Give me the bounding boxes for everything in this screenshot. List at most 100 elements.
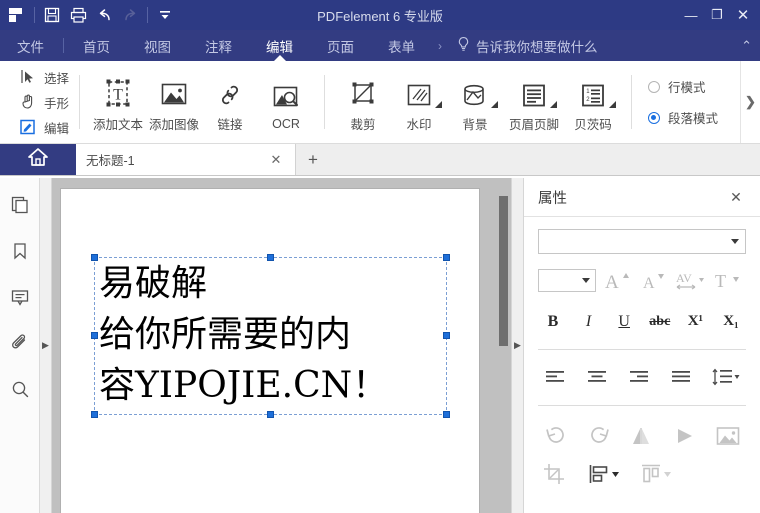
resize-handle-nw[interactable] — [91, 254, 98, 261]
menu-item-edit[interactable]: 编辑 — [249, 30, 310, 61]
flip-horizontal-button[interactable] — [667, 422, 703, 450]
align-right-button[interactable] — [622, 364, 655, 390]
scrollbar-thumb[interactable] — [499, 196, 508, 346]
align-center-button[interactable] — [580, 364, 613, 390]
left-panel-expander[interactable]: ▶ — [40, 178, 52, 513]
ribbon-more-chevron-icon[interactable]: ❯ — [740, 61, 760, 143]
watermark-button[interactable]: 水印 — [391, 71, 447, 133]
line-mode-radio[interactable]: 行模式 — [648, 77, 718, 96]
vertical-scrollbar[interactable] — [496, 178, 511, 513]
crop-button[interactable]: 裁剪 — [335, 71, 391, 133]
subscript-button[interactable]: X₁ — [716, 309, 746, 334]
comment-icon[interactable] — [7, 284, 33, 310]
document-tab[interactable]: 无标题-1 ✕ — [76, 144, 296, 175]
close-icon[interactable]: ✕ — [726, 187, 746, 207]
new-tab-button[interactable]: + — [296, 144, 330, 175]
minimize-button[interactable]: — — [678, 2, 704, 28]
bookmark-icon[interactable] — [7, 238, 33, 264]
menu-item-view[interactable]: 视图 — [127, 30, 188, 61]
right-panel-expander[interactable]: ▶ — [511, 178, 524, 513]
customize-quick-access-icon[interactable] — [152, 2, 178, 28]
bates-numbering-icon: 12 — [579, 75, 617, 109]
svg-text:T: T — [715, 271, 726, 291]
bates-numbering-button[interactable]: 12 贝茨码 — [565, 71, 621, 133]
search-icon[interactable] — [7, 376, 33, 402]
divider — [538, 405, 746, 406]
bold-button[interactable]: B — [538, 309, 568, 334]
replace-image-button[interactable] — [710, 422, 746, 450]
selected-text-block[interactable]: 易破解 给你所需要的内 容YIPOJIE.CN！ — [91, 254, 450, 418]
undo-icon[interactable] — [91, 2, 117, 28]
ribbon-group-edit-mode: 行模式 段落模式 — [636, 61, 718, 143]
resize-handle-s[interactable] — [266, 411, 274, 418]
collapse-ribbon-icon[interactable]: ⌃ — [741, 30, 752, 61]
background-button[interactable]: 背景 — [447, 71, 503, 133]
add-text-button[interactable]: T 添加文本 — [90, 71, 146, 133]
menu-item-file[interactable]: 文件 — [0, 30, 61, 61]
menu-overflow-chevron-icon[interactable]: › — [432, 30, 448, 61]
ribbon-group-insert: T 添加文本 添加图像 链接 OCR — [84, 61, 320, 143]
print-icon[interactable] — [65, 2, 91, 28]
redo-icon[interactable] — [117, 2, 143, 28]
save-icon[interactable] — [39, 2, 65, 28]
add-text-icon: T — [102, 75, 134, 109]
font-color-icon[interactable]: T — [711, 267, 744, 293]
tool-edit[interactable]: 编辑 — [18, 115, 75, 139]
distribute-objects-button[interactable] — [636, 460, 678, 488]
flip-vertical-button[interactable] — [624, 422, 660, 450]
decrease-font-size-icon[interactable]: A — [637, 267, 670, 293]
font-size-select[interactable] — [538, 268, 596, 292]
home-tab[interactable] — [0, 144, 76, 175]
resize-handle-sw[interactable] — [91, 411, 98, 418]
crop-image-button[interactable] — [538, 460, 574, 488]
menu-item-comment[interactable]: 注释 — [188, 30, 249, 61]
menu-item-page[interactable]: 页面 — [310, 30, 371, 61]
italic-button[interactable]: I — [574, 309, 604, 334]
font-size-row: A A AV T — [538, 267, 746, 293]
close-icon[interactable]: ✕ — [267, 151, 285, 169]
align-justify-button[interactable] — [664, 364, 697, 390]
resize-handle-n[interactable] — [266, 254, 274, 261]
paragraph-mode-label: 段落模式 — [668, 112, 719, 126]
ocr-icon — [271, 78, 301, 112]
link-icon — [216, 75, 244, 109]
resize-handle-e[interactable] — [443, 332, 450, 339]
strikethrough-button[interactable]: abc — [645, 309, 675, 334]
character-spacing-icon[interactable]: AV — [674, 267, 707, 293]
tell-me-box[interactable]: 告诉我你想要做什么 — [448, 30, 606, 61]
tool-select[interactable]: 选择 — [18, 65, 75, 89]
increase-font-size-icon[interactable]: A — [600, 267, 633, 293]
background-icon — [461, 75, 499, 109]
resize-handle-ne[interactable] — [443, 254, 450, 261]
document-tab-label: 无标题-1 — [86, 154, 135, 168]
thumbnails-icon[interactable] — [7, 192, 33, 218]
pdf-page[interactable]: 易破解 给你所需要的内 容YIPOJIE.CN！ — [60, 188, 480, 513]
maximize-button[interactable]: ❐ — [704, 2, 730, 28]
align-left-button[interactable] — [538, 364, 571, 390]
add-image-button[interactable]: 添加图像 — [146, 71, 202, 133]
header-footer-icon — [520, 75, 558, 109]
align-objects-button[interactable] — [584, 460, 626, 488]
header-footer-button[interactable]: 页眉页脚 — [503, 71, 565, 133]
underline-button[interactable]: U — [609, 309, 639, 334]
menu-item-home[interactable]: 首页 — [66, 30, 127, 61]
line-mode-label: 行模式 — [668, 81, 706, 95]
resize-handle-se[interactable] — [443, 411, 450, 418]
svg-text:T: T — [113, 87, 123, 104]
font-family-select[interactable] — [538, 229, 746, 254]
document-view[interactable]: 易破解 给你所需要的内 容YIPOJIE.CN！ — [52, 178, 511, 513]
link-button[interactable]: 链接 — [202, 71, 258, 133]
resize-handle-w[interactable] — [91, 332, 98, 339]
divider — [63, 38, 64, 53]
attachment-icon[interactable] — [7, 330, 33, 356]
line-spacing-button[interactable] — [706, 364, 746, 390]
paragraph-mode-radio[interactable]: 段落模式 — [648, 108, 718, 127]
close-button[interactable]: ✕ — [730, 2, 756, 28]
svg-text:1: 1 — [586, 89, 590, 95]
rotate-right-button[interactable] — [581, 422, 617, 450]
rotate-left-button[interactable] — [538, 422, 574, 450]
superscript-button[interactable]: X¹ — [680, 309, 710, 334]
ocr-button[interactable]: OCR — [258, 74, 314, 131]
tool-hand[interactable]: 手形 — [18, 90, 75, 114]
menu-item-form[interactable]: 表单 — [371, 30, 432, 61]
